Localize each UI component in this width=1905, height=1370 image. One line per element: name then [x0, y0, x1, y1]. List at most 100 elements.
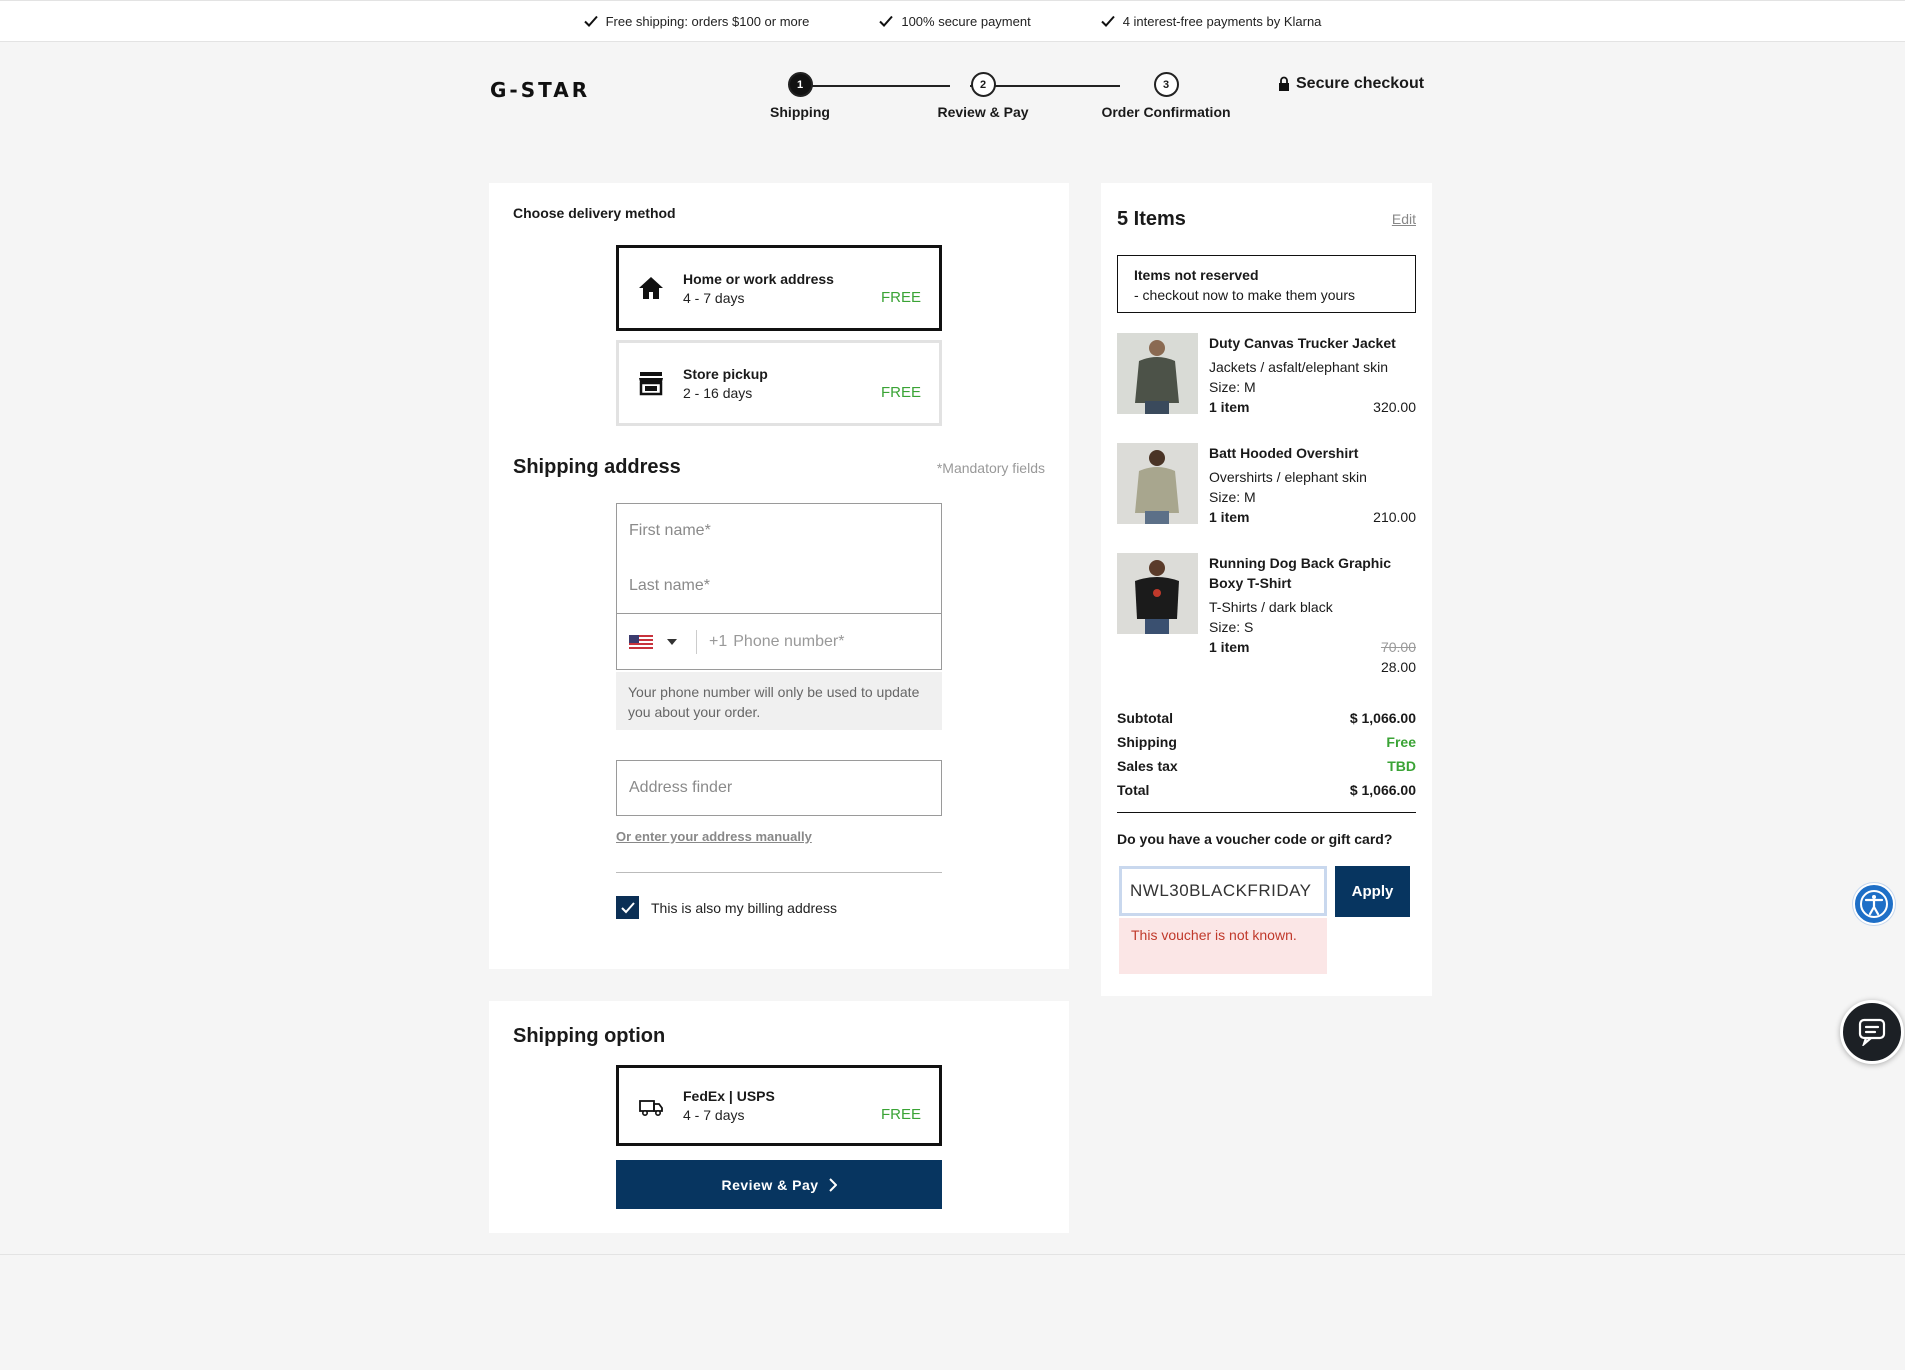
last-name-field[interactable]: Last name* — [616, 558, 942, 614]
product-photo-tshirt — [1117, 553, 1198, 634]
phone-field[interactable]: +1 Phone number* — [616, 613, 942, 670]
usp-secure-payment: 100% secure payment — [879, 13, 1031, 29]
total-value: $ 1,066.00 — [1349, 782, 1416, 798]
chat-icon — [1858, 1018, 1886, 1046]
delivery-option-store[interactable]: Store pickup 2 - 16 days FREE — [616, 340, 942, 426]
chat-button[interactable] — [1840, 1000, 1904, 1064]
delivery-option-title: Home or work address — [683, 270, 834, 287]
country-code-selector[interactable] — [617, 629, 697, 654]
product-name[interactable]: Batt Hooded Overshirt — [1209, 443, 1416, 463]
carrier-name: FedEx | USPS — [683, 1088, 775, 1104]
usp-klarna-text: 4 interest-free payments by Klarna — [1122, 13, 1322, 29]
checkmark-icon — [879, 15, 894, 27]
product-price: 210.00 — [1373, 509, 1416, 525]
total-label: Total — [1117, 782, 1150, 798]
checkmark-icon — [583, 15, 598, 27]
divider — [616, 872, 942, 873]
step-label: Shipping — [770, 104, 830, 120]
total-row: Total $ 1,066.00 — [1117, 778, 1416, 802]
checkmark-icon — [1100, 15, 1115, 27]
us-flag-icon — [629, 634, 653, 649]
product-image[interactable] — [1117, 443, 1198, 524]
delivery-option-price: FREE — [880, 289, 921, 306]
cart-item: Running Dog Back Graphic Boxy T-Shirt T-… — [1117, 553, 1416, 683]
product-category: T-Shirts / dark black — [1209, 599, 1333, 615]
step-order-confirmation: 3 Order Confirmation — [1086, 72, 1246, 120]
lock-icon — [1279, 76, 1289, 91]
sales-tax-label: Sales tax — [1117, 758, 1178, 774]
items-not-reserved-notice: Items not reserved - checkout now to mak… — [1117, 255, 1416, 313]
product-size: Size: S — [1209, 619, 1254, 635]
step-review-pay: 2 Review & Pay — [903, 72, 1063, 120]
product-size: Size: M — [1209, 379, 1256, 395]
voucher-code-input[interactable]: NWL30BLACKFRIDAY — [1119, 866, 1327, 916]
sales-tax-value: TBD — [1387, 758, 1416, 774]
apply-voucher-button[interactable]: Apply — [1335, 866, 1410, 917]
order-summary-panel: 5 Items Edit Items not reserved - checko… — [1101, 183, 1432, 996]
shipping-panel: Choose delivery method Home or work addr… — [489, 183, 1069, 969]
product-size: Size: M — [1209, 489, 1256, 505]
cart-item: Duty Canvas Trucker Jacket Jackets / asf… — [1117, 333, 1416, 423]
cart-item: Batt Hooded Overshirt Overshirts / eleph… — [1117, 443, 1416, 533]
shipping-value: Free — [1386, 734, 1416, 750]
product-photo-overshirt — [1117, 443, 1198, 524]
phone-placeholder: Phone number* — [733, 632, 845, 650]
step-number: 2 — [970, 72, 996, 97]
subtotal-value: $ 1,066.00 — [1349, 710, 1416, 726]
voucher-question: Do you have a voucher code or gift card? — [1117, 831, 1393, 847]
order-totals: Subtotal $ 1,066.00 Shipping Free Sales … — [1117, 706, 1416, 802]
review-and-pay-button[interactable]: Review & Pay — [616, 1160, 942, 1209]
product-name[interactable]: Duty Canvas Trucker Jacket — [1209, 333, 1416, 353]
shipping-label: Shipping — [1117, 734, 1177, 750]
subtotal-label: Subtotal — [1117, 710, 1173, 726]
notice-text: - checkout now to make them yours — [1134, 287, 1355, 303]
billing-checkbox[interactable] — [616, 896, 639, 919]
billing-label: This is also my billing address — [651, 899, 837, 916]
usp-secure-text: 100% secure payment — [901, 13, 1031, 29]
usp-klarna: 4 interest-free payments by Klarna — [1100, 13, 1322, 29]
gstar-logo[interactable]: G-STAR — [490, 78, 590, 102]
voucher-error-message: This voucher is not known. — [1119, 918, 1327, 974]
product-category: Jackets / asfalt/elephant skin — [1209, 359, 1388, 375]
shipping-row: Shipping Free — [1117, 730, 1416, 754]
divider — [1117, 812, 1416, 813]
checkout-progress: 1 Shipping 2 Review & Pay 3 Order Confir… — [720, 72, 1231, 132]
billing-address-checkbox-row[interactable]: This is also my billing address — [616, 896, 837, 919]
accessibility-button[interactable] — [1853, 883, 1895, 925]
sales-tax-row: Sales tax TBD — [1117, 754, 1416, 778]
phone-note: Your phone number will only be used to u… — [616, 672, 942, 730]
accessibility-icon — [1860, 890, 1888, 918]
delivery-option-price: FREE — [880, 384, 921, 401]
product-photo-jacket — [1117, 333, 1198, 414]
shipping-address-title: Shipping address — [513, 456, 681, 478]
step-label: Order Confirmation — [1101, 104, 1231, 120]
product-category: Overshirts / elephant skin — [1209, 469, 1367, 485]
shipping-carrier-option[interactable]: FedEx | USPS 4 - 7 days FREE — [616, 1065, 942, 1146]
usp-free-shipping-text: Free shipping: orders $100 or more — [605, 13, 810, 29]
usp-bar: Free shipping: orders $100 or more 100% … — [0, 0, 1905, 42]
carrier-price: FREE — [880, 1106, 921, 1123]
phone-prefix: +1 — [709, 632, 728, 650]
edit-cart-link[interactable]: Edit — [1392, 211, 1416, 227]
product-image[interactable] — [1117, 333, 1198, 414]
secure-checkout: Secure checkout — [1278, 75, 1424, 93]
shipping-option-panel: Shipping option FedEx | USPS 4 - 7 days … — [489, 1001, 1069, 1233]
house-icon — [639, 277, 663, 299]
address-finder-field[interactable]: Address finder — [616, 760, 942, 816]
checkmark-icon — [620, 901, 635, 913]
first-name-field[interactable]: First name* — [616, 503, 942, 559]
product-image[interactable] — [1117, 553, 1198, 634]
store-icon — [639, 372, 663, 396]
chevron-right-icon — [828, 1177, 837, 1192]
review-and-pay-label: Review & Pay — [721, 1176, 819, 1193]
product-price: 28.00 — [1380, 659, 1416, 675]
product-name[interactable]: Running Dog Back Graphic Boxy T-Shirt — [1209, 553, 1416, 593]
mandatory-fields-note: *Mandatory fields — [936, 460, 1045, 476]
delivery-option-title: Store pickup — [683, 365, 768, 382]
step-shipping: 1 Shipping — [720, 72, 880, 120]
delivery-option-days: 4 - 7 days — [683, 289, 745, 306]
secure-checkout-text: Secure checkout — [1296, 75, 1425, 92]
enter-address-manually-link[interactable]: Or enter your address manually — [616, 829, 812, 844]
delivery-option-home[interactable]: Home or work address 4 - 7 days FREE — [616, 245, 942, 331]
notice-title: Items not reserved — [1134, 267, 1259, 283]
